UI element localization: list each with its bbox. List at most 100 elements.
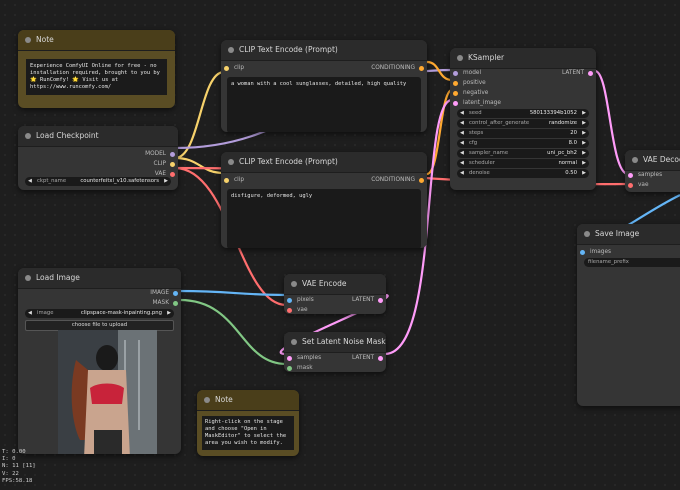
conditioning-output-dot[interactable]: [419, 65, 424, 71]
mask-input-dot[interactable]: [287, 365, 292, 371]
scheduler-widget[interactable]: ◀ scheduler normal ▶: [457, 159, 589, 168]
image-combo[interactable]: ◀ image clipspace-mask-inpainting.png ▶: [25, 309, 174, 318]
chevron-left-icon[interactable]: ◀: [28, 177, 32, 186]
clip-text-encode-negative-node[interactable]: CLIP Text Encode (Prompt) clip CONDITION…: [221, 152, 427, 248]
chevron-right-icon[interactable]: ▶: [582, 129, 586, 138]
vae-input-dot[interactable]: [628, 182, 633, 188]
sampler-name-widget[interactable]: ◀ sampler_name uni_pc_bh2 ▶: [457, 149, 589, 158]
denoise-widget[interactable]: ◀ denoise 0.50 ▶: [457, 169, 589, 178]
cfg-widget[interactable]: ◀ cfg 8.0 ▶: [457, 139, 589, 148]
set-latent-noise-mask-title[interactable]: Set Latent Noise Mask: [284, 332, 386, 353]
chevron-right-icon[interactable]: ▶: [582, 169, 586, 178]
set-latent-noise-mask-node[interactable]: Set Latent Noise Mask samples LATENT mas…: [284, 332, 386, 372]
vae-output-dot[interactable]: [170, 171, 175, 177]
chevron-right-icon[interactable]: ▶: [582, 119, 586, 128]
node-graph-canvas[interactable]: Note Experience ComfyUI Online for free …: [0, 0, 680, 490]
vae-input-dot[interactable]: [287, 307, 292, 313]
chevron-right-icon[interactable]: ▶: [582, 159, 586, 168]
model-output-dot[interactable]: [170, 151, 175, 157]
positive-input-dot[interactable]: [453, 80, 458, 86]
images-input-dot[interactable]: [580, 249, 585, 255]
widget-label: cfg: [469, 140, 478, 146]
chevron-left-icon[interactable]: ◀: [28, 309, 32, 318]
vae-encode-node[interactable]: VAE Encode pixels LATENT vae: [284, 274, 386, 314]
chevron-left-icon[interactable]: ◀: [460, 119, 464, 128]
load-image-node[interactable]: Load Image IMAGE MASK ◀ image clipspace-ma…: [18, 268, 181, 454]
widget-label: steps: [469, 130, 484, 136]
chevron-left-icon[interactable]: ◀: [460, 129, 464, 138]
note-text[interactable]: Experience ComfyUI Online for free - no …: [26, 59, 167, 95]
chevron-right-icon[interactable]: ▶: [164, 177, 168, 186]
output-latent: LATENT: [562, 70, 584, 76]
input-images: images: [590, 249, 612, 255]
vae-encode-title[interactable]: VAE Encode: [284, 274, 386, 295]
ckpt-name-combo[interactable]: ◀ ckpt_name counterfeitxl_v10.safetensor…: [25, 177, 171, 186]
save-image-node[interactable]: Save Image images filename_prefix: [577, 224, 680, 406]
load-checkpoint-title[interactable]: Load Checkpoint: [18, 126, 178, 147]
widget-value: normal: [558, 160, 577, 166]
mask-output-dot[interactable]: [173, 300, 178, 306]
note-node-mask-editor[interactable]: Note Right-click on the stage and choose…: [197, 390, 299, 456]
wire-samples: [594, 69, 629, 176]
chevron-left-icon[interactable]: ◀: [460, 139, 464, 148]
stat-i: I: 0: [2, 456, 16, 463]
chevron-left-icon[interactable]: ◀: [460, 169, 464, 178]
clip-negative-title[interactable]: CLIP Text Encode (Prompt): [221, 152, 427, 173]
wire-clip-negative: [174, 156, 225, 175]
save-image-title[interactable]: Save Image: [577, 224, 680, 245]
control-after-generate-widget[interactable]: ◀ control_after_generate randomize ▶: [457, 119, 589, 128]
input-negative: negative: [463, 90, 489, 96]
model-input-dot[interactable]: [453, 70, 458, 76]
latent-output-dot[interactable]: [588, 70, 593, 76]
note-node-runcomfy[interactable]: Note Experience ComfyUI Online for free …: [18, 30, 175, 108]
samples-input-dot[interactable]: [287, 355, 292, 361]
chevron-left-icon[interactable]: ◀: [460, 109, 464, 118]
wire-image: [179, 289, 287, 297]
positive-prompt-textarea[interactable]: a woman with a cool sunglasses, detailed…: [227, 77, 421, 132]
chevron-right-icon[interactable]: ▶: [167, 309, 171, 318]
negative-prompt-textarea[interactable]: disfigure, deformed, ugly: [227, 189, 421, 248]
negative-input-dot[interactable]: [453, 90, 458, 96]
widget-value: 0.50: [565, 170, 577, 176]
render-stats: T: 0.00 I: 0 N: 11 [11] V: 22 FPS:58.18: [2, 449, 36, 485]
chevron-right-icon[interactable]: ▶: [582, 139, 586, 148]
vae-decode-title[interactable]: VAE Decode: [625, 150, 680, 171]
ksampler-node[interactable]: KSampler model LATENT positive negative …: [450, 48, 596, 190]
note-title[interactable]: Note: [18, 30, 175, 51]
load-image-title[interactable]: Load Image: [18, 268, 181, 289]
seed-widget[interactable]: ◀ seed 580133394b1052 ▶: [457, 109, 589, 118]
stat-nodes: N: 11 [11]: [2, 463, 36, 470]
samples-input-dot[interactable]: [628, 172, 633, 178]
note-text[interactable]: Right-click on the stage and choose "Ope…: [202, 416, 294, 450]
widget-label: sampler_name: [469, 150, 509, 156]
note-title[interactable]: Note: [197, 390, 299, 411]
latent-output-dot[interactable]: [378, 355, 383, 361]
chevron-right-icon[interactable]: ▶: [582, 149, 586, 158]
image-label: image: [37, 310, 54, 316]
chevron-left-icon[interactable]: ◀: [460, 159, 464, 168]
latent-image-input-dot[interactable]: [453, 100, 458, 106]
chevron-right-icon[interactable]: ▶: [582, 109, 586, 118]
clip-positive-title[interactable]: CLIP Text Encode (Prompt): [221, 40, 427, 61]
clip-input-dot[interactable]: [224, 65, 229, 71]
input-positive: positive: [463, 80, 486, 86]
clip-input-dot[interactable]: [224, 177, 229, 183]
input-model: model: [463, 70, 482, 76]
ksampler-title[interactable]: KSampler: [450, 48, 596, 69]
widget-value: randomize: [548, 120, 577, 126]
chevron-left-icon[interactable]: ◀: [460, 149, 464, 158]
input-vae: vae: [297, 307, 308, 313]
conditioning-output-dot[interactable]: [419, 177, 424, 183]
output-conditioning: CONDITIONING: [371, 177, 415, 183]
load-checkpoint-node[interactable]: Load Checkpoint MODEL CLIP VAE ◀ ckpt_na…: [18, 126, 178, 190]
pixels-input-dot[interactable]: [287, 297, 292, 303]
vae-decode-node[interactable]: VAE Decode samples vae: [625, 150, 680, 192]
clip-output-dot[interactable]: [170, 161, 175, 167]
image-output-dot[interactable]: [173, 290, 178, 296]
clip-text-encode-positive-node[interactable]: CLIP Text Encode (Prompt) clip CONDITION…: [221, 40, 427, 132]
latent-output-dot[interactable]: [378, 297, 383, 303]
ckpt-label: ckpt_name: [37, 178, 67, 184]
filename-prefix-field[interactable]: filename_prefix: [584, 258, 680, 267]
steps-widget[interactable]: ◀ steps 20 ▶: [457, 129, 589, 138]
input-samples: samples: [297, 355, 322, 361]
